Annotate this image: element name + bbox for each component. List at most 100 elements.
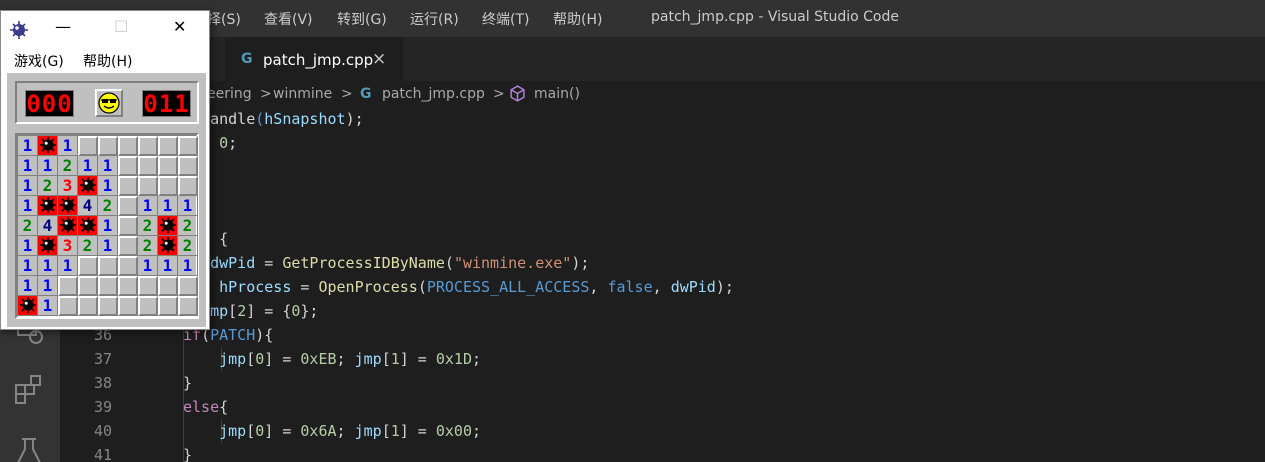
breadcrumb-symbol[interactable]: main() <box>534 86 580 102</box>
closed-cell[interactable] <box>158 296 178 316</box>
menu-game[interactable]: 游戏(G) <box>14 51 64 71</box>
number-cell[interactable]: 1 <box>58 256 78 276</box>
number-cell[interactable]: 2 <box>58 156 78 176</box>
number-cell[interactable]: 4 <box>38 216 58 236</box>
closed-cell[interactable] <box>78 276 98 296</box>
number-cell[interactable]: 1 <box>178 256 198 276</box>
number-cell[interactable]: 2 <box>178 216 198 236</box>
mine-cell[interactable] <box>38 136 58 156</box>
smiley-face-button[interactable] <box>95 89 123 117</box>
number-cell[interactable]: 2 <box>38 176 58 196</box>
mine-cell[interactable] <box>158 236 178 256</box>
number-cell[interactable]: 1 <box>18 156 38 176</box>
closed-cell[interactable] <box>158 176 178 196</box>
number-cell[interactable]: 2 <box>178 236 198 256</box>
number-cell[interactable]: 1 <box>98 176 118 196</box>
closed-cell[interactable] <box>138 276 158 296</box>
tab-close-icon[interactable]: × <box>372 49 386 69</box>
mine-cell[interactable] <box>58 216 78 236</box>
extensions-icon[interactable] <box>12 373 46 407</box>
closed-cell[interactable] <box>158 136 178 156</box>
editor-tabs: G patch_jmp.cpp × <box>60 37 1265 81</box>
breadcrumb-folder[interactable]: eering <box>207 86 252 102</box>
closed-cell[interactable] <box>118 276 138 296</box>
number-cell[interactable]: 1 <box>98 216 118 236</box>
closed-cell[interactable] <box>58 276 78 296</box>
closed-cell[interactable] <box>178 276 198 296</box>
closed-cell[interactable] <box>158 276 178 296</box>
closed-cell[interactable] <box>118 296 138 316</box>
code-editor[interactable]: seHandle(hSnapshot);urn 0; n() {RD dwPid … <box>60 107 1265 462</box>
number-cell[interactable]: 2 <box>98 196 118 216</box>
number-cell[interactable]: 1 <box>78 156 98 176</box>
breadcrumb-file[interactable]: patch_jmp.cpp <box>382 86 485 102</box>
number-cell[interactable]: 1 <box>38 256 58 276</box>
closed-cell[interactable] <box>178 176 198 196</box>
tab-patch-jmp[interactable]: G patch_jmp.cpp × <box>225 37 403 81</box>
closed-cell[interactable] <box>58 296 78 316</box>
closed-cell[interactable] <box>178 136 198 156</box>
number-cell[interactable]: 1 <box>158 256 178 276</box>
closed-cell[interactable] <box>178 156 198 176</box>
closed-cell[interactable] <box>98 136 118 156</box>
number-cell[interactable]: 1 <box>18 196 38 216</box>
number-cell[interactable]: 1 <box>18 276 38 296</box>
closed-cell[interactable] <box>78 256 98 276</box>
closed-cell[interactable] <box>118 156 138 176</box>
minimize-button[interactable]: — <box>55 17 71 36</box>
mine-cell[interactable] <box>38 196 58 216</box>
close-button[interactable]: ✕ <box>173 17 186 36</box>
closed-cell[interactable] <box>138 296 158 316</box>
maximize-button[interactable]: ☐ <box>114 17 128 36</box>
number-cell[interactable]: 3 <box>58 176 78 196</box>
closed-cell[interactable] <box>118 176 138 196</box>
mine-cell[interactable] <box>78 216 98 236</box>
number-cell[interactable]: 2 <box>138 236 158 256</box>
mine-cell[interactable] <box>158 216 178 236</box>
closed-cell[interactable] <box>118 216 138 236</box>
closed-cell[interactable] <box>178 296 198 316</box>
number-cell[interactable]: 1 <box>18 256 38 276</box>
code-token: jmp <box>354 350 382 368</box>
breadcrumb-winmine[interactable]: winmine <box>273 86 332 102</box>
number-cell[interactable]: 1 <box>18 236 38 256</box>
number-cell[interactable]: 1 <box>138 256 158 276</box>
number-cell[interactable]: 1 <box>38 156 58 176</box>
closed-cell[interactable] <box>98 276 118 296</box>
closed-cell[interactable] <box>118 196 138 216</box>
closed-cell[interactable] <box>138 136 158 156</box>
number-cell[interactable]: 1 <box>138 196 158 216</box>
menu-help-mine[interactable]: 帮助(H) <box>83 51 132 71</box>
closed-cell[interactable] <box>138 176 158 196</box>
closed-cell[interactable] <box>118 136 138 156</box>
closed-cell[interactable] <box>78 136 98 156</box>
number-cell[interactable]: 1 <box>38 296 58 316</box>
closed-cell[interactable] <box>118 256 138 276</box>
number-cell[interactable]: 1 <box>158 196 178 216</box>
number-cell[interactable]: 1 <box>178 196 198 216</box>
testing-flask-icon[interactable] <box>12 435 46 462</box>
number-cell[interactable]: 3 <box>58 236 78 256</box>
number-cell[interactable]: 1 <box>38 276 58 296</box>
closed-cell[interactable] <box>78 296 98 316</box>
number-cell[interactable]: 1 <box>98 156 118 176</box>
mine-cell[interactable] <box>78 176 98 196</box>
closed-cell[interactable] <box>138 156 158 176</box>
number-cell[interactable]: 1 <box>18 136 38 156</box>
number-cell[interactable]: 1 <box>58 136 78 156</box>
closed-cell[interactable] <box>158 156 178 176</box>
number-cell[interactable]: 2 <box>18 216 38 236</box>
number-cell[interactable]: 4 <box>78 196 98 216</box>
number-cell[interactable]: 1 <box>98 236 118 256</box>
closed-cell[interactable] <box>118 236 138 256</box>
number-cell[interactable]: 1 <box>18 176 38 196</box>
closed-cell[interactable] <box>98 256 118 276</box>
code-token: }; <box>300 302 319 320</box>
mine-cell[interactable] <box>58 196 78 216</box>
number-cell[interactable]: 2 <box>138 216 158 236</box>
closed-cell[interactable] <box>98 296 118 316</box>
number-cell[interactable]: 2 <box>78 236 98 256</box>
mine-cell[interactable] <box>38 236 58 256</box>
mine-cell[interactable] <box>18 296 38 316</box>
